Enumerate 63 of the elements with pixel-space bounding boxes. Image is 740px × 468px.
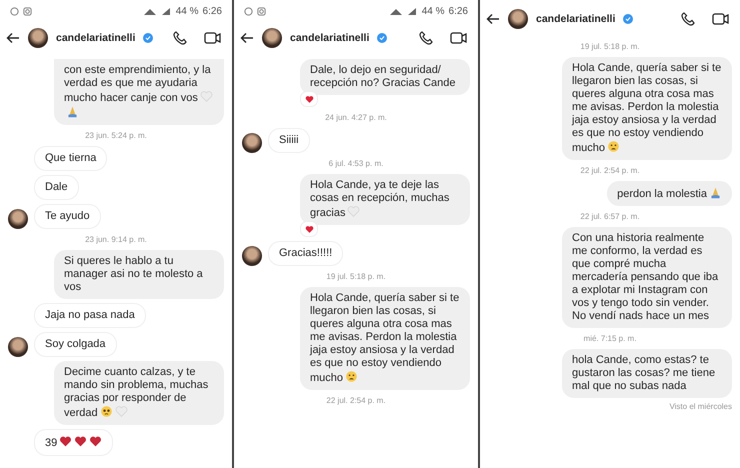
back-arrow-icon[interactable] xyxy=(6,32,20,44)
timestamp: 19 jul. 5:18 p. m. xyxy=(326,271,386,283)
sent-message: Con una historia realmente me conformo, la verdad es que compré mucha mercadería pensando que iba a explotar mi Instagram con vos y tengo todo sin vender. No vendí nads hace un mes xyxy=(562,227,732,328)
phone-icon[interactable] xyxy=(172,30,188,46)
seen-status: Visto el miércoles xyxy=(669,402,732,411)
avatar[interactable] xyxy=(508,9,528,29)
sent-message: hola Cande, como estas? te gustaron las cosas? me tiene mal que no subas nada xyxy=(562,349,732,398)
timestamp: 19 jul. 5:18 p. m. xyxy=(580,41,640,53)
camera-icon xyxy=(257,6,266,16)
heart-icon xyxy=(200,90,213,103)
avatar[interactable] xyxy=(262,28,282,48)
heart-icon xyxy=(59,435,72,448)
timestamp: 24 jun. 4:27 p. m. xyxy=(325,112,387,124)
face-icon xyxy=(345,370,358,383)
avatar[interactable] xyxy=(28,28,48,48)
battery-level: 44 % xyxy=(422,6,445,16)
received-message: Jaja no pasa nada xyxy=(34,303,146,328)
sent-message: con este emprendimiento, y la verdad es que me ayudaria mucho hacer canje con vos xyxy=(54,59,224,125)
battery-level: 44 % xyxy=(176,6,199,16)
timestamp: 22 jul. 2:54 p. m. xyxy=(326,395,386,407)
heart-icon xyxy=(304,94,314,104)
sent-message: Hola Cande, quería saber si te llegaron bien las cosas, si queres alguna otra cosa mas me avisas. Perdon la molestia jaja estoy ansiosa y la verdad es que no estoy vendiendo mucho xyxy=(300,287,470,390)
username[interactable]: candelariatinelli xyxy=(290,32,370,44)
sent-message: perdon la molestia xyxy=(607,181,732,206)
sent-message: Hola Cande, ya te deje las cosas en recepción, muchas gracias xyxy=(300,174,470,225)
username[interactable]: candelariatinelli xyxy=(56,32,136,44)
video-camera-icon[interactable] xyxy=(450,30,468,46)
received-message: Que tierna xyxy=(34,146,108,171)
camera-icon xyxy=(23,6,32,16)
clock-time: 6:26 xyxy=(202,6,222,16)
received-message: 39 xyxy=(34,429,114,456)
heart-icon xyxy=(347,205,360,218)
timestamp: mié. 7:15 p. m. xyxy=(584,333,636,345)
timestamp: 23 jun. 9:14 p. m. xyxy=(85,234,147,246)
received-message: Gracias!!!!! xyxy=(268,241,344,266)
heart-icon xyxy=(74,435,88,448)
received-message: Te ayudo xyxy=(34,204,101,229)
received-message: Soy colgada xyxy=(34,332,117,357)
heart-icon xyxy=(114,405,128,418)
timestamp: 22 jul. 6:57 p. m. xyxy=(580,211,640,223)
signal-icon xyxy=(142,6,172,16)
timestamp: 23 jun. 5:24 p. m. xyxy=(85,130,147,142)
sent-message: Hola Cande, quería saber si te llegaron bien las cosas, si queres alguna otra cosa mas me avisas. Perdon la molestia jaja estoy ansiosa y la verdad es que no estoy vendiendo mucho xyxy=(562,57,732,160)
back-arrow-icon[interactable] xyxy=(486,13,500,25)
sent-message: Dale, lo dejo en seguridad/ recepción no? Gracias Cande xyxy=(300,59,470,95)
video-camera-icon[interactable] xyxy=(712,11,730,27)
heart-icon xyxy=(89,435,102,448)
sent-message: Si queres le hablo a tu manager asi no te molesto a vos xyxy=(54,250,224,299)
timestamp: 22 jul. 2:54 p. m. xyxy=(580,165,640,177)
received-message: Siiiii xyxy=(268,128,310,153)
heart-icon xyxy=(304,224,314,234)
timestamp: 6 jul. 4:53 p. m. xyxy=(328,158,384,170)
phone-icon[interactable] xyxy=(418,30,434,46)
back-arrow-icon[interactable] xyxy=(240,32,254,44)
video-camera-icon[interactable] xyxy=(204,30,222,46)
received-message: Dale xyxy=(34,175,79,200)
phone-icon[interactable] xyxy=(680,11,696,27)
username[interactable]: candelariatinelli xyxy=(536,13,616,25)
face-icon xyxy=(607,140,620,153)
clock-time: 6:26 xyxy=(448,6,468,16)
signal-icon xyxy=(388,6,418,16)
sent-message: Decime cuanto calzas, y te mando sin problema, muchas gracias por responder de verdad xyxy=(54,361,224,425)
face-icon xyxy=(100,405,113,418)
